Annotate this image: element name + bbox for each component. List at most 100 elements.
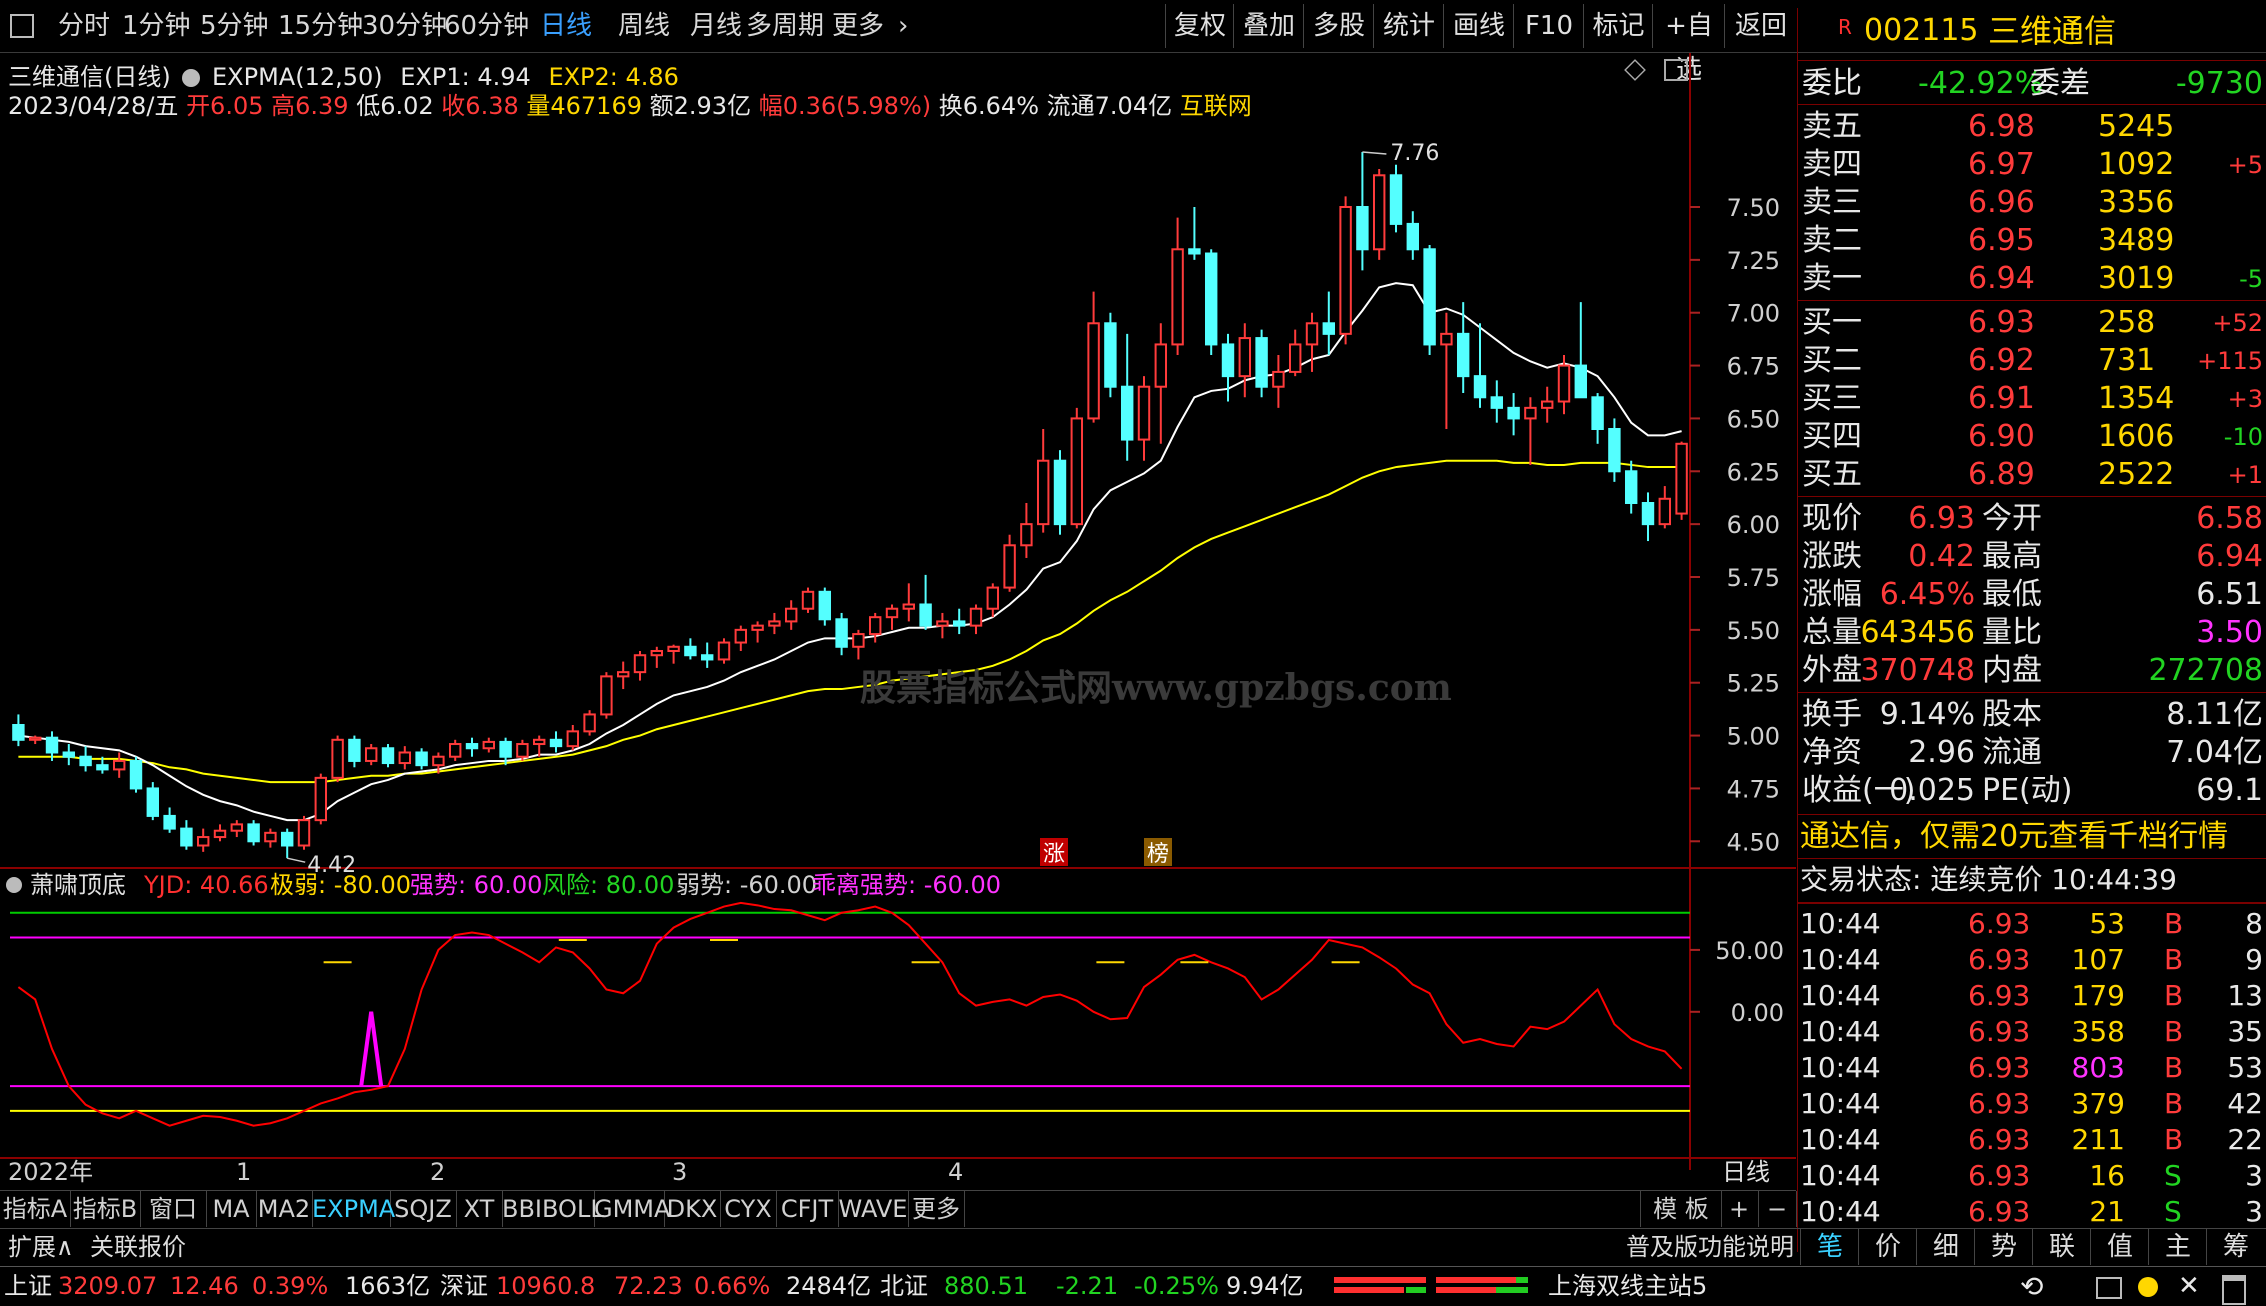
smiley-icon[interactable] — [2138, 1277, 2158, 1297]
period-tab-1[interactable]: 1分钟 — [122, 0, 191, 52]
tool-button-2[interactable]: 多股 — [1303, 4, 1374, 48]
tool-button-6[interactable]: 标记 — [1583, 4, 1653, 48]
candle[interactable] — [280, 828, 294, 859]
period-tab-10[interactable]: 更多 — [832, 0, 884, 52]
candle[interactable] — [1339, 196, 1352, 345]
indicator-tab-12[interactable]: CFJT — [776, 1191, 839, 1227]
panel-tab-4[interactable]: 联 — [2032, 1229, 2091, 1265]
candle[interactable] — [1641, 492, 1655, 542]
indicator-tab-8[interactable]: BBIBOLL — [502, 1191, 604, 1227]
candle[interactable] — [1003, 534, 1016, 592]
candle[interactable] — [28, 735, 42, 745]
candle[interactable] — [684, 638, 697, 660]
zoom-out-button[interactable]: − — [1758, 1191, 1797, 1227]
zoom-in-button[interactable]: + — [1720, 1191, 1759, 1227]
candle[interactable] — [1322, 291, 1336, 355]
ad-row[interactable]: 通达信，仅需20元查看千档行情 — [1798, 818, 2266, 856]
period-tab-2[interactable]: 5分钟 — [200, 0, 269, 52]
candle[interactable] — [1305, 312, 1319, 372]
candle[interactable] — [566, 725, 580, 751]
candle[interactable] — [986, 583, 1000, 618]
candle[interactable] — [768, 612, 781, 635]
lock-icon[interactable] — [2222, 1275, 2246, 1305]
panel-tab-5[interactable]: 值 — [2090, 1229, 2149, 1265]
candle[interactable] — [331, 735, 344, 783]
candle[interactable] — [1507, 393, 1520, 436]
indicator-tab-10[interactable]: DKX — [664, 1191, 721, 1227]
candle[interactable] — [129, 756, 143, 793]
candle[interactable] — [784, 600, 798, 630]
indicator-tab-5[interactable]: EXPMA — [312, 1191, 395, 1227]
candle[interactable] — [1020, 503, 1033, 558]
candle[interactable] — [583, 710, 596, 736]
indicator-tab-2[interactable]: 窗口 — [140, 1191, 207, 1227]
candle[interactable] — [1456, 302, 1470, 394]
candle[interactable] — [482, 737, 496, 753]
candle[interactable] — [1070, 407, 1084, 529]
candle[interactable] — [1473, 323, 1487, 408]
candle[interactable] — [650, 646, 664, 668]
candle[interactable] — [180, 820, 193, 850]
indicator-tab-13[interactable]: WAVE — [838, 1191, 909, 1227]
tool-button-7[interactable]: +自选 — [1652, 4, 1725, 85]
candle[interactable] — [616, 661, 630, 690]
candle[interactable] — [952, 608, 966, 635]
candle[interactable] — [1204, 249, 1218, 355]
candle[interactable] — [314, 773, 328, 825]
candle[interactable] — [1356, 152, 1369, 271]
candle[interactable] — [230, 820, 244, 838]
candle[interactable] — [885, 604, 899, 630]
tool-button-8[interactable]: 返回 — [1724, 4, 1797, 48]
candle[interactable] — [247, 820, 260, 846]
candle[interactable] — [213, 824, 227, 842]
candle[interactable] — [1574, 302, 1588, 399]
indicator-tab-11[interactable]: CYX — [720, 1191, 777, 1227]
tool-button-5[interactable]: F10 — [1513, 4, 1584, 48]
candle[interactable] — [1423, 245, 1436, 355]
candle[interactable] — [1540, 386, 1554, 423]
ask-row[interactable]: 卖三 6.96 3356 — [1798, 184, 2266, 222]
candle[interactable] — [381, 744, 395, 768]
candle[interactable] — [751, 621, 764, 643]
candle[interactable] — [1171, 217, 1184, 355]
bid-row[interactable]: 买二 6.92 731 +115 — [1798, 342, 2266, 380]
period-tab-3[interactable]: 15分钟 — [278, 0, 363, 52]
candle[interactable] — [1238, 323, 1252, 398]
candle[interactable] — [1389, 164, 1403, 233]
candle[interactable] — [465, 737, 479, 757]
candle[interactable] — [549, 731, 563, 753]
panel-tab-1[interactable]: 价 — [1858, 1229, 1917, 1265]
template-button[interactable]: 模 板 — [1640, 1191, 1722, 1227]
candle[interactable] — [1288, 329, 1302, 377]
tool-button-4[interactable]: 画线 — [1443, 4, 1514, 48]
candle[interactable] — [1221, 333, 1235, 402]
candle[interactable] — [12, 714, 25, 747]
candle[interactable] — [62, 744, 76, 766]
sh-label[interactable]: 上证 — [4, 1267, 52, 1306]
ask-row[interactable]: 卖五 6.98 5245 — [1798, 108, 2266, 146]
candle[interactable] — [902, 583, 916, 622]
candle[interactable] — [1490, 380, 1504, 423]
candle[interactable] — [1120, 333, 1134, 461]
indicator-tab-0[interactable]: 指标A — [0, 1191, 71, 1227]
candle[interactable] — [852, 629, 865, 660]
candle[interactable] — [919, 574, 932, 630]
candle[interactable] — [1137, 376, 1151, 461]
candle[interactable] — [348, 735, 361, 768]
candle[interactable] — [1272, 355, 1285, 408]
refresh-icon[interactable]: ⟲ — [2020, 1267, 2043, 1306]
calculator-icon[interactable] — [2096, 1277, 2122, 1299]
period-tab-9[interactable]: 多周期 — [746, 0, 824, 52]
period-tab-6[interactable]: 日线 — [540, 0, 592, 52]
candle[interactable] — [1406, 211, 1420, 260]
candle[interactable] — [1372, 168, 1386, 260]
more-chevron-icon[interactable]: › — [898, 0, 908, 52]
candle[interactable] — [1624, 460, 1638, 514]
candle[interactable] — [1440, 312, 1453, 429]
kline-chart[interactable]: 三维通信(日线) EXPMA(12,50) EXP1: 4.94 EXP2: 4… — [0, 53, 1796, 1186]
tool-button-0[interactable]: 复权 — [1165, 4, 1234, 48]
bid-row[interactable]: 买四 6.90 1606 -10 — [1798, 418, 2266, 456]
panel-tab-6[interactable]: 主 — [2148, 1229, 2207, 1265]
candle[interactable] — [297, 815, 311, 850]
related-quote-button[interactable]: 关联报价 — [90, 1229, 186, 1265]
